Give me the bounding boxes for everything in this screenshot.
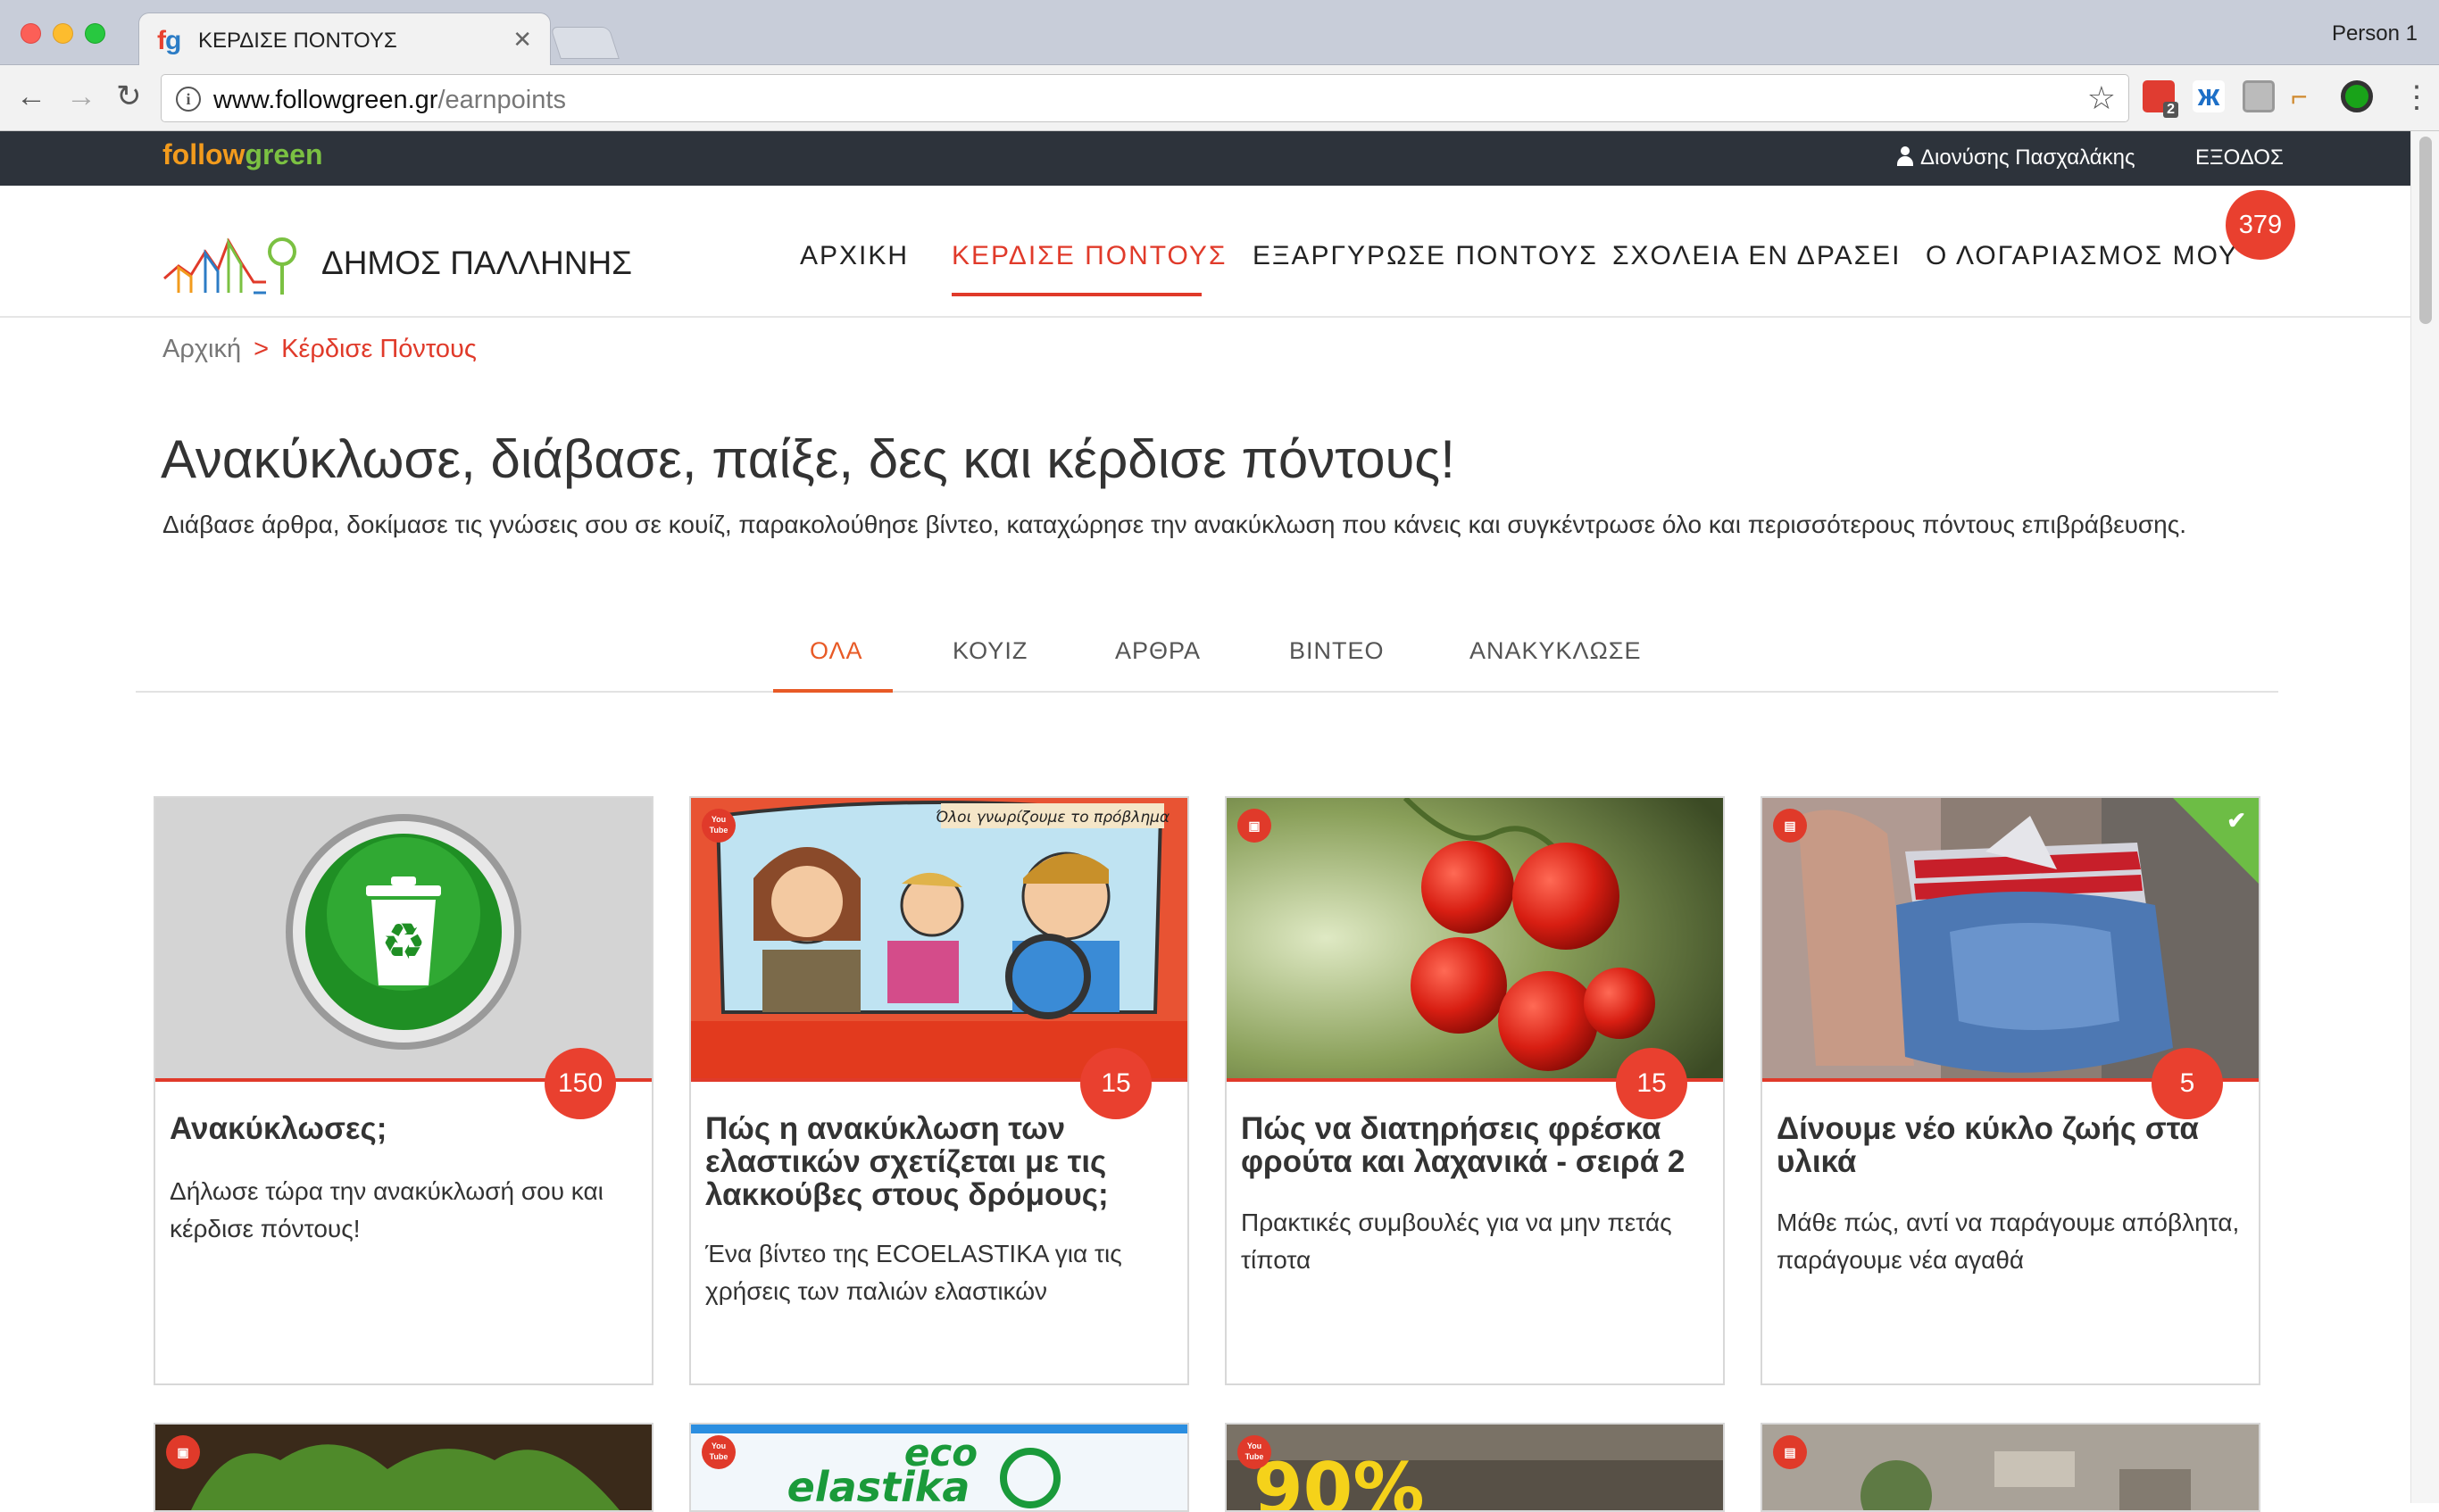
- close-window-button[interactable]: [21, 23, 41, 44]
- image-icon: ▣: [1237, 809, 1271, 843]
- card-description: Δήλωσε τώρα την ανακύκλωσή σου και κέρδι…: [170, 1177, 604, 1242]
- page-title: Ανακύκλωσε, διάβασε, παίξε, δες και κέρδ…: [161, 429, 1455, 489]
- user-account-link[interactable]: Διονύσης Πασχαλάκης: [1897, 145, 2135, 170]
- page-description: Διάβασε άρθρα, δοκίμασε τις γνώσεις σου …: [162, 511, 2187, 538]
- eco-elastika-logo: eco elastika: [691, 1425, 1187, 1510]
- activity-card[interactable]: 90% You Tube: [1225, 1423, 1725, 1512]
- filter-articles[interactable]: ΑΡΘΡΑ: [1115, 637, 1201, 665]
- status-extension-icon[interactable]: [2341, 80, 2373, 112]
- url-text[interactable]: www.followgreen.gr/earnpoints: [213, 86, 566, 115]
- site-top-bar: followgreen Διονύσης Πασχαλάκης ΕΞΟΔΟΣ: [0, 131, 2410, 186]
- close-tab-icon[interactable]: ✕: [512, 26, 532, 54]
- check-icon: ✔: [2227, 807, 2246, 834]
- new-tab-button[interactable]: [550, 27, 620, 59]
- points-badge: 379: [2226, 190, 2295, 260]
- svg-text:90%: 90%: [1253, 1448, 1424, 1510]
- minimize-window-button[interactable]: [53, 23, 73, 44]
- youtube-icon: You Tube: [1237, 1435, 1271, 1469]
- nav-active-underline: [952, 293, 1202, 296]
- youtube-icon: You Tube: [702, 1435, 736, 1469]
- breadcrumb-home[interactable]: Αρχική: [162, 335, 241, 363]
- breadcrumb-current: Κέρδισε Πόντους: [281, 335, 477, 363]
- nav-my-account[interactable]: Ο ΛΟΓΑΡΙΑΣΜΟΣ ΜΟΥ: [1926, 241, 2238, 271]
- filter-tabs: ΟΛΑ ΚΟΥΙΖ ΑΡΘΡΑ ΒΙΝΤΕΟ ΑΝΑΚΥΚΛΩΣΕ: [136, 618, 2278, 693]
- site-header: ΔΗΜΟΣ ΠΑΛΛΗΝΗΣ ΑΡΧΙΚΗ ΚΕΡΔΙΣΕ ΠΟΝΤΟΥΣ ΕΞ…: [0, 186, 2410, 318]
- reload-icon[interactable]: ↻: [116, 79, 142, 113]
- youtube-icon: You Tube: [702, 809, 736, 843]
- card-description: Μάθε πώς, αντί να παράγουμε απόβλητα, πα…: [1777, 1209, 2240, 1274]
- maximize-window-button[interactable]: [85, 23, 105, 44]
- image-icon: ▣: [166, 1435, 200, 1469]
- menu-icon[interactable]: ⋮: [2402, 79, 2432, 115]
- activity-card[interactable]: ♻ 150 Ανακύκλωσες; Δήλωσε τώρα την ανακύ…: [154, 796, 653, 1385]
- article-icon: ▤: [1773, 809, 1807, 843]
- tomatoes-image: [1227, 798, 1723, 1078]
- nav-earn-points[interactable]: ΚΕΡΔΙΣΕ ΠΟΝΤΟΥΣ: [952, 241, 1227, 271]
- activity-card[interactable]: ▣: [154, 1423, 653, 1512]
- recycle-bin-image: ♻: [155, 798, 652, 1078]
- user-icon: [1897, 146, 1913, 166]
- cartoon-video-thumbnail: Όλοι γνωρίζουμε το πρόβλημα: [691, 798, 1187, 1078]
- logout-link[interactable]: ΕΞΟΔΟΣ: [2195, 145, 2284, 170]
- activity-card[interactable]: ▤ ✔ 5 Δίνουμε νέο κύκλο ζωής στα υλικά Μ…: [1761, 796, 2260, 1385]
- card-title[interactable]: Πώς η ανακύκλωση των ελαστικών σχετίζετα…: [705, 1112, 1178, 1211]
- profile-name[interactable]: Person 1: [2332, 21, 2418, 46]
- breadcrumb-separator: >: [254, 335, 270, 363]
- card-title[interactable]: Πώς να διατηρήσεις φρέσκα φρούτα και λαχ…: [1241, 1112, 1714, 1178]
- activity-card[interactable]: ▣ 15 Πώς να διατηρήσεις φρέσκα φρούτα κα…: [1225, 796, 1725, 1385]
- browser-toolbar: ← → ↻ i www.followgreen.gr/earnpoints ☆ …: [0, 65, 2439, 131]
- carrots-image: [155, 1425, 652, 1510]
- municipality-name: ΔΗΜΟΣ ΠΑΛΛΗΝΗΣ: [321, 245, 633, 281]
- card-title[interactable]: Ανακύκλωσες;: [170, 1112, 643, 1145]
- points-badge: 150: [545, 1048, 616, 1119]
- filter-active-underline: [773, 689, 893, 693]
- nav-home[interactable]: ΑΡΧΙΚΗ: [800, 241, 909, 271]
- card-title[interactable]: Δίνουμε νέο κύκλο ζωής στα υλικά: [1777, 1112, 2250, 1178]
- activity-card[interactable]: Όλοι γνωρίζουμε το πρόβλημα You Tube 15 …: [689, 796, 1189, 1385]
- nav-schools[interactable]: ΣΧΟΛΕΙΑ ΕΝ ΔΡΑΣΕΙ: [1612, 241, 1902, 271]
- browser-tab[interactable]: fg ΚΕΡΔΙΣΕ ΠΟΝΤΟΥΣ ✕: [138, 12, 551, 66]
- info-icon[interactable]: i: [176, 87, 201, 112]
- percent-banner-image: 90%: [1227, 1425, 1723, 1510]
- filter-videos[interactable]: ΒΙΝΤΕΟ: [1289, 637, 1385, 665]
- favicon: fg: [157, 26, 181, 55]
- address-bar[interactable]: i www.followgreen.gr/earnpoints ☆: [161, 74, 2129, 122]
- points-badge: 15: [1616, 1048, 1687, 1119]
- article-icon: ▤: [1773, 1435, 1807, 1469]
- shield-extension-icon[interactable]: [2243, 80, 2275, 112]
- points-badge: 15: [1080, 1048, 1152, 1119]
- svg-text:elastika: elastika: [787, 1463, 970, 1510]
- filter-all[interactable]: ΟΛΑ: [810, 637, 863, 665]
- card-description: Ένα βίντεο της ECOELASTIKA για τις χρήσε…: [705, 1240, 1122, 1305]
- breadcrumb: Αρχική > Κέρδισε Πόντους: [162, 335, 477, 364]
- card-description: Πρακτικές συμβουλές για να μην πετάς τίπ…: [1241, 1209, 1672, 1274]
- activity-card[interactable]: ▤: [1761, 1423, 2260, 1512]
- followgreen-logo[interactable]: followgreen: [162, 138, 323, 171]
- scrollbar-thumb[interactable]: [2419, 137, 2432, 324]
- points-badge: 5: [2152, 1048, 2223, 1119]
- calendar-extension-icon[interactable]: 2: [2143, 80, 2178, 118]
- svg-text:♻: ♻: [381, 913, 426, 971]
- browser-tab-bar: fg ΚΕΡΔΙΣΕ ΠΟΝΤΟΥΣ ✕ Person 1: [0, 0, 2439, 66]
- filter-quiz[interactable]: ΚΟΥΙΖ: [953, 637, 1028, 665]
- ruler-extension-icon[interactable]: ⌐: [2291, 80, 2323, 112]
- filter-recycle[interactable]: ΑΝΑΚΥΚΛΩΣΕ: [1469, 637, 1641, 665]
- tab-title: ΚΕΡΔΙΣΕ ΠΟΝΤΟΥΣ: [198, 29, 397, 53]
- debris-image: [1762, 1425, 2259, 1510]
- nav-redeem-points[interactable]: ΕΞΑΡΓΥΡΩΣΕ ΠΟΝΤΟΥΣ: [1253, 241, 1598, 271]
- video-caption: Όλοι γνωρίζουμε το πρόβλημα: [936, 809, 1170, 827]
- page-scrollbar[interactable]: [2410, 131, 2439, 1503]
- activity-card[interactable]: eco elastika You Tube: [689, 1423, 1189, 1512]
- bookmark-star-icon[interactable]: ☆: [2087, 79, 2116, 117]
- back-icon[interactable]: ←: [16, 79, 46, 113]
- municipality-logo[interactable]: [161, 225, 304, 300]
- bluetooth-extension-icon[interactable]: ж: [2193, 80, 2225, 112]
- forward-icon[interactable]: →: [66, 79, 96, 113]
